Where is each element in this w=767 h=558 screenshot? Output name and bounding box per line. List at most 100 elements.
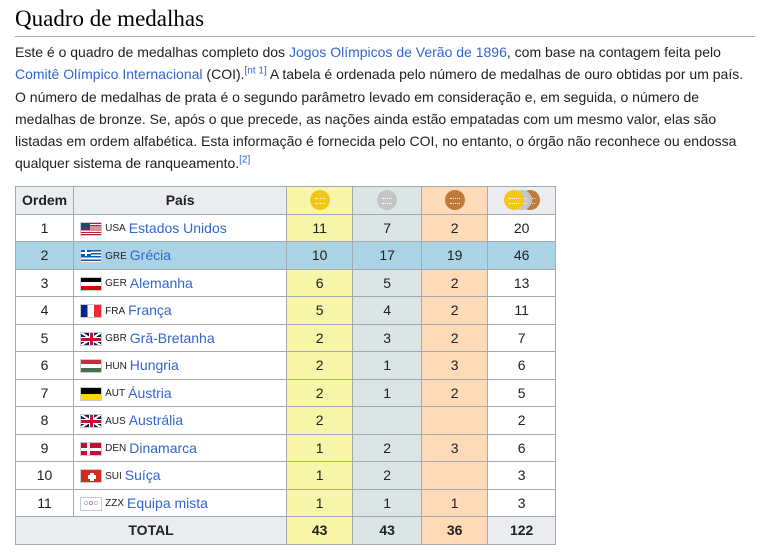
country-link[interactable]: Dinamarca [129,440,197,456]
silver-cell: 1 [352,351,423,380]
gold-medal-icon [309,190,330,211]
country-code: AUT [105,388,126,400]
rank-header[interactable]: Ordem [14,186,75,215]
silver-header[interactable] [352,186,423,215]
silver-cell [352,406,423,435]
note-reference-link[interactable]: [nt 1] [245,66,267,77]
medal-table-body: 1 USA Estados Unidos 11 7 2 20 2 GRE Grécia 10 17 19… [14,213,557,517]
table-row: 9 DEN Dinamarca 1 2 3 6 [14,433,557,462]
country-code: HUN [105,360,127,372]
total-cell: 11 [487,296,557,325]
bronze-cell: 2 [421,268,489,297]
total-all: 122 [487,516,557,545]
rank-cell: 3 [14,268,75,297]
country-link[interactable]: Austrália [129,412,183,428]
country-code: GER [105,278,127,290]
gold-cell: 2 [286,351,354,380]
citation-link[interactable]: [2] [239,155,250,166]
table-row: 1 USA Estados Unidos 11 7 2 20 [14,213,557,242]
table-row: 7 AUT Áustria 2 1 2 5 [14,378,557,407]
rank-cell: 4 [14,296,75,325]
nation-cell: GER Alemanha [73,268,288,297]
country-link[interactable]: Estados Unidos [129,220,227,236]
silver-cell: 1 [352,378,423,407]
total-bronze: 36 [421,516,489,545]
olympic-flag-icon [80,496,103,511]
silver-cell: 7 [352,213,423,242]
silver-cell: 2 [352,461,423,490]
gold-cell: 11 [286,213,354,242]
country-link[interactable]: França [128,302,172,318]
silver-cell: 4 [352,296,423,325]
intro-text-3: (COI). [202,66,245,83]
total-cell: 5 [487,378,557,407]
country-link[interactable]: Áustria [128,385,172,401]
country-code: USA [105,223,126,235]
gold-cell: 1 [286,433,354,462]
bronze-header[interactable] [421,186,489,215]
switzerland-flag-icon [80,469,103,484]
games-link[interactable]: Jogos Olímpicos de Verão de 1896 [289,44,507,60]
country-link[interactable]: Suíça [125,467,161,483]
silver-cell: 17 [352,241,423,270]
nation-cell: DEN Dinamarca [73,433,288,462]
bronze-cell: 2 [421,323,489,352]
nation-cell: GRE Grécia [73,241,288,270]
rank-cell: 8 [14,406,75,435]
totals-row: TOTAL 43 43 36 122 [14,516,557,545]
country-link[interactable]: Equipa mista [127,495,208,511]
silver-medal-icon [377,190,398,211]
total-header[interactable] [487,186,557,215]
rank-cell: 6 [14,351,75,380]
total-cell: 3 [487,461,557,490]
total-medals-icon [503,190,540,211]
nation-cell: FRA França [73,296,288,325]
country-code: GRE [105,250,127,262]
country-code: FRA [105,305,126,317]
bronze-medal-icon [444,190,465,211]
ioc-link[interactable]: Comitê Olímpico Internacional [15,66,203,82]
total-cell: 6 [487,433,557,462]
rank-cell: 10 [14,461,75,490]
silver-cell: 5 [352,268,423,297]
nation-cell: ZZX Equipa mista [73,488,288,517]
rank-cell: 2 [14,241,75,270]
bronze-cell: 19 [421,241,489,270]
country-link[interactable]: Grã-Bretanha [130,330,215,346]
country-code: AUS [105,415,126,427]
great-britain-flag-icon [80,331,103,346]
silver-cell: 3 [352,323,423,352]
gold-cell: 1 [286,488,354,517]
total-cell: 3 [487,488,557,517]
france-flag-icon [80,304,103,319]
table-row: 11 ZZX Equipa mista 1 1 1 3 [14,488,557,517]
total-cell: 7 [487,323,557,352]
silver-cell: 1 [352,488,423,517]
bronze-cell [421,461,489,490]
bronze-cell [421,406,489,435]
intro-paragraph: Este é o quadro de medalhas completo dos… [15,41,755,175]
rank-cell: 7 [14,378,75,407]
country-link[interactable]: Alemanha [130,275,193,291]
nation-header[interactable]: País [73,186,288,215]
nation-cell: AUT Áustria [73,378,288,407]
intro-text-2: , com base na contagem feita pelo [506,44,721,60]
table-row: 4 FRA França 5 4 2 11 [14,296,557,325]
rank-cell: 5 [14,323,75,352]
country-link[interactable]: Hungria [130,357,179,373]
table-row: 8 AUS Austrália 2 2 [14,406,557,435]
country-link[interactable]: Grécia [130,247,171,263]
total-cell: 20 [487,213,557,242]
gold-cell: 2 [286,378,354,407]
gold-cell: 2 [286,406,354,435]
gold-header[interactable] [286,186,354,215]
bronze-cell: 1 [421,488,489,517]
country-code: SUI [105,470,122,482]
austria-flag-icon [80,386,103,401]
rank-cell: 9 [14,433,75,462]
medal-table: Ordem País 1 USA Estados Unidos 11 7 2 20 2 GRE G… [14,186,557,545]
bronze-cell: 2 [421,378,489,407]
germany-flag-icon [80,276,103,291]
gold-cell: 6 [286,268,354,297]
intro-text-1: Este é o quadro de medalhas completo dos [15,44,289,60]
